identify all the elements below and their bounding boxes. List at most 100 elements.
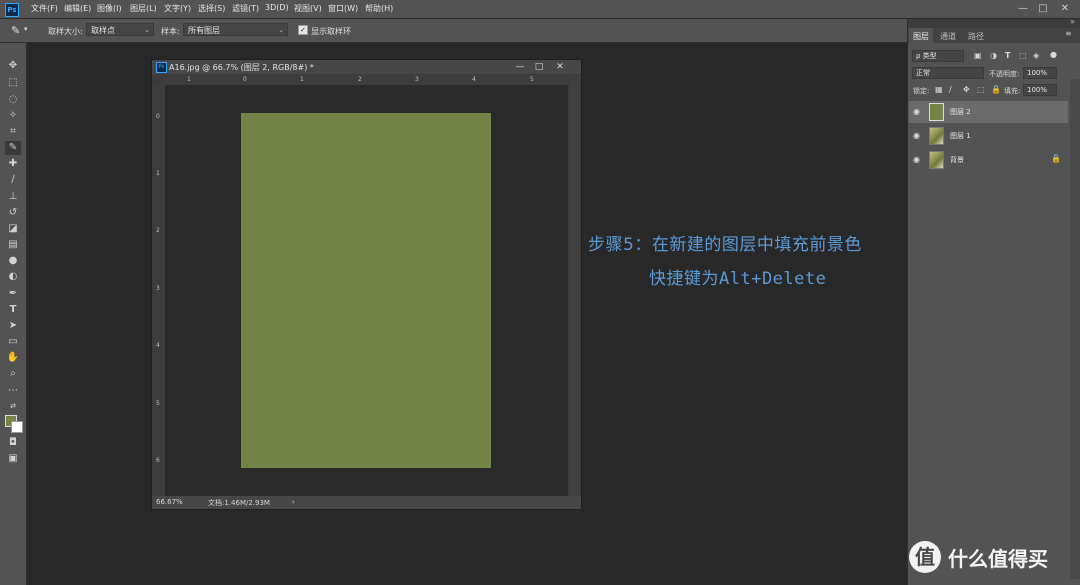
doc-close-button[interactable]: ✕ xyxy=(552,60,568,74)
chevron-right-icon[interactable]: › xyxy=(292,498,295,506)
menu-image[interactable]: 图像(I) xyxy=(97,3,122,14)
menu-help[interactable]: 帮助(H) xyxy=(365,3,393,14)
lock-label: 锁定: xyxy=(913,87,930,95)
filter-adjustment-icon[interactable]: ◑ xyxy=(990,51,997,60)
tab-paths[interactable]: 路径 xyxy=(968,31,984,42)
layer-thumbnail xyxy=(929,151,944,169)
menu-select[interactable]: 选择(S) xyxy=(198,3,225,14)
marquee-tool-icon[interactable]: ⬚ xyxy=(5,76,21,90)
menu-filter[interactable]: 滤镜(T) xyxy=(232,3,259,14)
lock-artboard-icon[interactable]: ⬚ xyxy=(977,85,985,94)
tab-layers[interactable]: 图层 xyxy=(913,31,929,42)
lock-all-icon[interactable]: 🔒 xyxy=(991,85,1001,94)
crop-tool-icon[interactable]: ⌗ xyxy=(5,125,21,139)
more-tools-icon[interactable]: ⋯ xyxy=(5,384,21,398)
fill-label: 填充: xyxy=(1004,87,1021,95)
blend-mode-select[interactable]: 正常 xyxy=(912,67,984,79)
show-sampling-ring-label: 显示取样环 xyxy=(311,27,351,36)
visibility-eye-icon[interactable]: ◉ xyxy=(913,107,920,116)
eyedropper-tool-icon[interactable]: ✎ xyxy=(5,141,21,155)
layer-row[interactable]: ◉ 图层 2 xyxy=(909,101,1068,123)
menu-window[interactable]: 窗口(W) xyxy=(328,3,358,14)
type-tool-icon[interactable]: T xyxy=(5,303,21,317)
lock-image-icon[interactable]: ∕ xyxy=(949,85,952,94)
healing-brush-tool-icon[interactable]: ✚ xyxy=(5,157,21,171)
layer-name[interactable]: 背景 xyxy=(950,155,964,165)
eyedropper-icon[interactable]: ✎ xyxy=(11,24,20,37)
canvas-workspace[interactable] xyxy=(166,86,568,496)
menu-file[interactable]: 文件(F) xyxy=(31,3,58,14)
window-close-button[interactable]: ✕ xyxy=(1057,2,1073,16)
pen-tool-icon[interactable]: ✒ xyxy=(5,287,21,301)
window-maximize-button[interactable]: □ xyxy=(1035,2,1051,16)
rectangle-tool-icon[interactable]: ▭ xyxy=(5,335,21,349)
sample-size-select[interactable]: 取样点 ⌄ xyxy=(86,23,154,36)
show-sampling-ring-checkbox[interactable]: ✓ xyxy=(298,25,308,35)
visibility-eye-icon[interactable]: ◉ xyxy=(913,155,920,164)
ruler-tick: 0 xyxy=(156,113,160,120)
menu-edit[interactable]: 编辑(E) xyxy=(64,3,91,14)
sample-size-value: 取样点 xyxy=(91,26,115,35)
layer-name[interactable]: 图层 1 xyxy=(950,131,971,141)
collapse-icon[interactable]: » xyxy=(1070,17,1075,26)
background-color-swatch[interactable] xyxy=(11,421,23,433)
tab-channels[interactable]: 通道 xyxy=(940,31,956,42)
sample-select[interactable]: 所有图层 ⌄ xyxy=(183,23,288,36)
swap-colors-icon[interactable]: ⇄ xyxy=(5,399,21,413)
lock-transparent-icon[interactable]: ▦ xyxy=(935,85,943,94)
move-tool-icon[interactable]: ✥ xyxy=(5,59,21,73)
chevron-down-icon: ⌄ xyxy=(144,26,150,34)
menu-3d[interactable]: 3D(D) xyxy=(265,3,289,12)
filter-shape-icon[interactable]: ⬚ xyxy=(1019,51,1027,60)
menu-view[interactable]: 视图(V) xyxy=(294,3,322,14)
quick-mask-icon[interactable]: ◘ xyxy=(5,436,21,450)
doc-minimize-button[interactable]: — xyxy=(512,60,528,74)
filter-pixel-icon[interactable]: ▣ xyxy=(974,51,982,60)
magic-wand-tool-icon[interactable]: ✧ xyxy=(5,109,21,123)
panel-scrollbar[interactable] xyxy=(1070,79,1080,579)
layer-row[interactable]: ◉ 背景 🔒 xyxy=(909,149,1068,171)
lasso-tool-icon[interactable]: ◌ xyxy=(5,93,21,107)
opacity-label: 不透明度: xyxy=(989,70,1020,78)
ruler-tick: 3 xyxy=(156,285,160,292)
dodge-tool-icon[interactable]: ◐ xyxy=(5,270,21,284)
filter-smart-object-icon[interactable]: ◈ xyxy=(1033,51,1039,60)
opacity-input[interactable]: 100% xyxy=(1023,67,1057,79)
shortcut-instruction: 快捷键为Alt+Delete xyxy=(649,264,826,289)
ruler-tick: 2 xyxy=(358,76,362,83)
fill-input[interactable]: 100% xyxy=(1023,84,1057,96)
layer-name[interactable]: 图层 2 xyxy=(950,107,971,117)
zoom-level[interactable]: 66.67% xyxy=(156,498,183,506)
screen-mode-icon[interactable]: ▣ xyxy=(5,452,21,466)
window-minimize-button[interactable]: — xyxy=(1015,2,1031,16)
vertical-scrollbar[interactable] xyxy=(569,75,580,497)
sample-size-label: 取样大小: xyxy=(48,27,83,36)
menu-type[interactable]: 文字(Y) xyxy=(164,3,191,14)
layer-filter-select[interactable]: ρ 类型 xyxy=(912,50,964,62)
visibility-eye-icon[interactable]: ◉ xyxy=(913,131,920,140)
layer-lock-icon: 🔒 xyxy=(1051,154,1061,163)
history-brush-tool-icon[interactable]: ↺ xyxy=(5,206,21,220)
path-selection-tool-icon[interactable]: ➤ xyxy=(5,319,21,333)
ruler-tick: 5 xyxy=(156,400,160,407)
panel-collapse-strip[interactable]: » xyxy=(908,17,1080,28)
blur-tool-icon[interactable]: ● xyxy=(5,254,21,268)
filter-toggle-icon[interactable]: ● xyxy=(1050,50,1057,59)
document-canvas[interactable] xyxy=(241,113,491,468)
eraser-tool-icon[interactable]: ◪ xyxy=(5,222,21,236)
brush-tool-icon[interactable]: ∕ xyxy=(5,173,21,187)
doc-maximize-button[interactable]: □ xyxy=(531,60,547,74)
clone-stamp-tool-icon[interactable]: ⊥ xyxy=(5,190,21,204)
panel-menu-icon[interactable]: ≡ xyxy=(1065,29,1072,38)
zoom-tool-icon[interactable]: ⌕ xyxy=(5,367,21,381)
filter-type-icon[interactable]: T xyxy=(1005,51,1010,60)
document-title-bar[interactable]: Ps A16.jpg @ 66.7% (图层 2, RGB/8#) * — □ … xyxy=(152,60,581,74)
lock-position-icon[interactable]: ✥ xyxy=(963,85,970,94)
menu-layer[interactable]: 图层(L) xyxy=(130,3,157,14)
layer-filter-label: ρ 类型 xyxy=(916,52,937,60)
layer-row[interactable]: ◉ 图层 1 xyxy=(909,125,1068,147)
sample-label: 样本: xyxy=(161,27,180,36)
hand-tool-icon[interactable]: ✋ xyxy=(5,351,21,365)
gradient-tool-icon[interactable]: ▤ xyxy=(5,238,21,252)
chevron-down-icon[interactable]: ▾ xyxy=(24,25,28,33)
